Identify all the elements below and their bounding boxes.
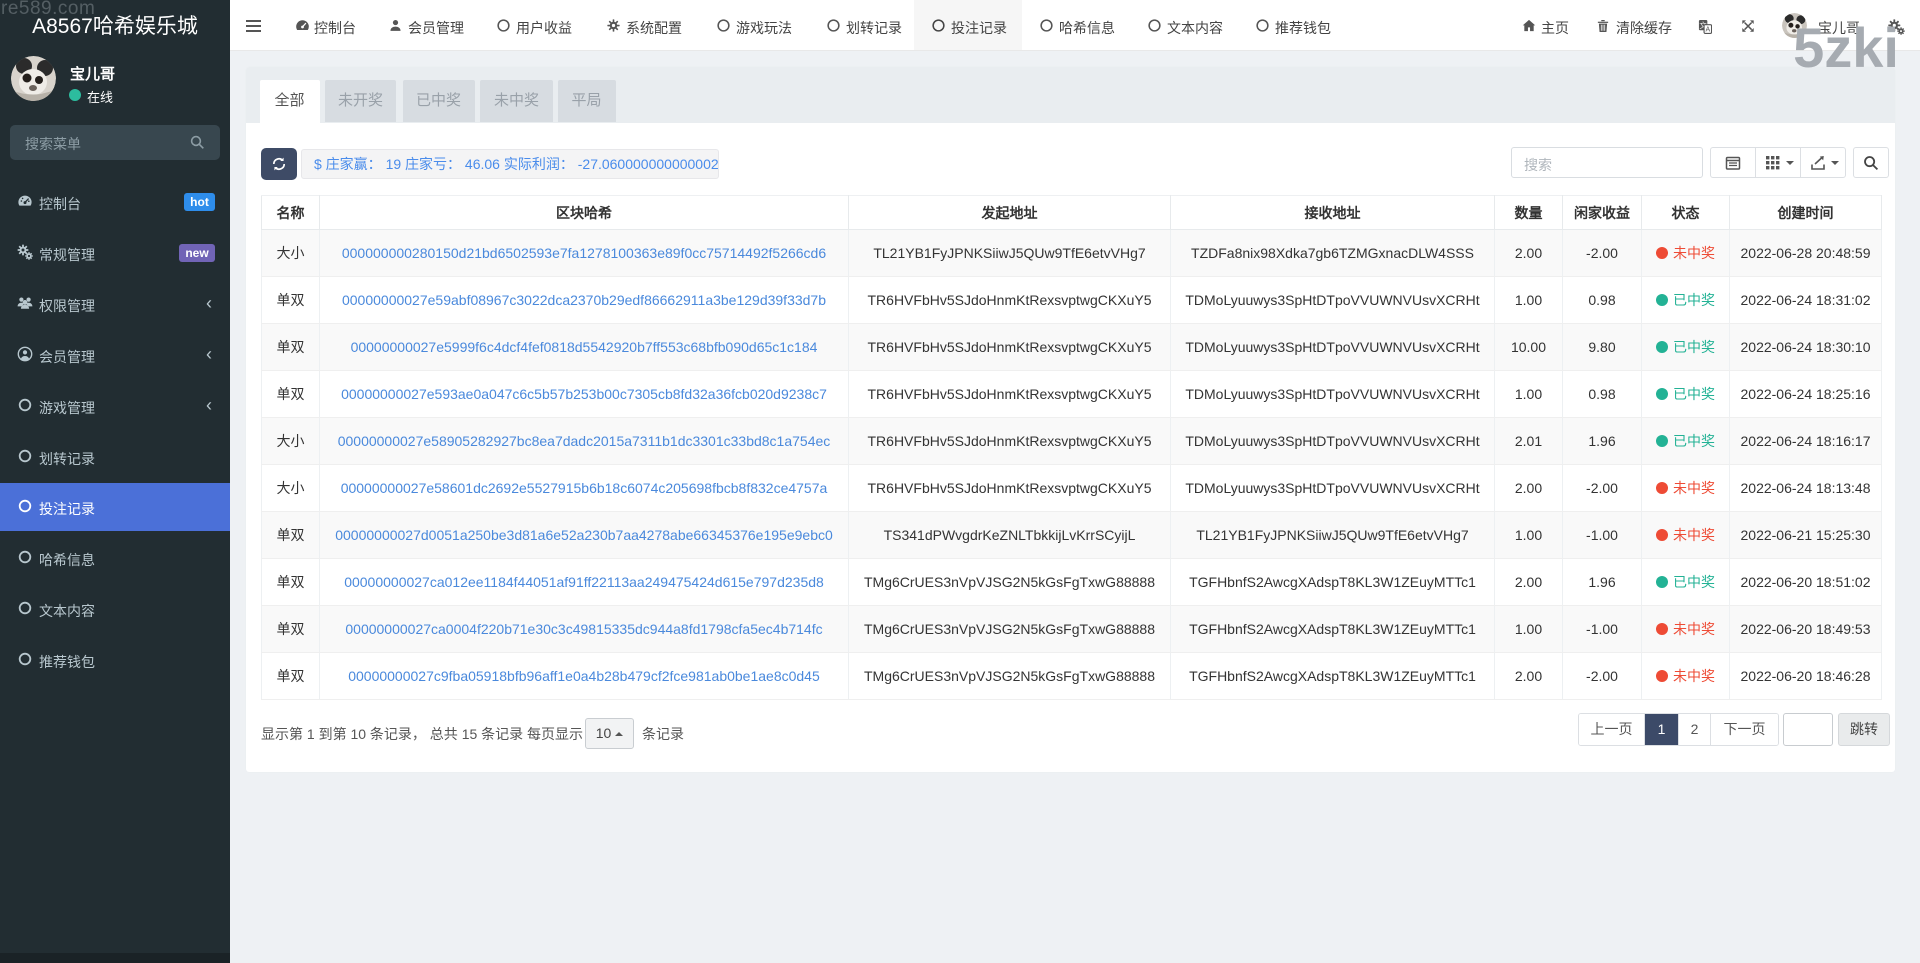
svg-text:A: A — [1705, 26, 1710, 33]
